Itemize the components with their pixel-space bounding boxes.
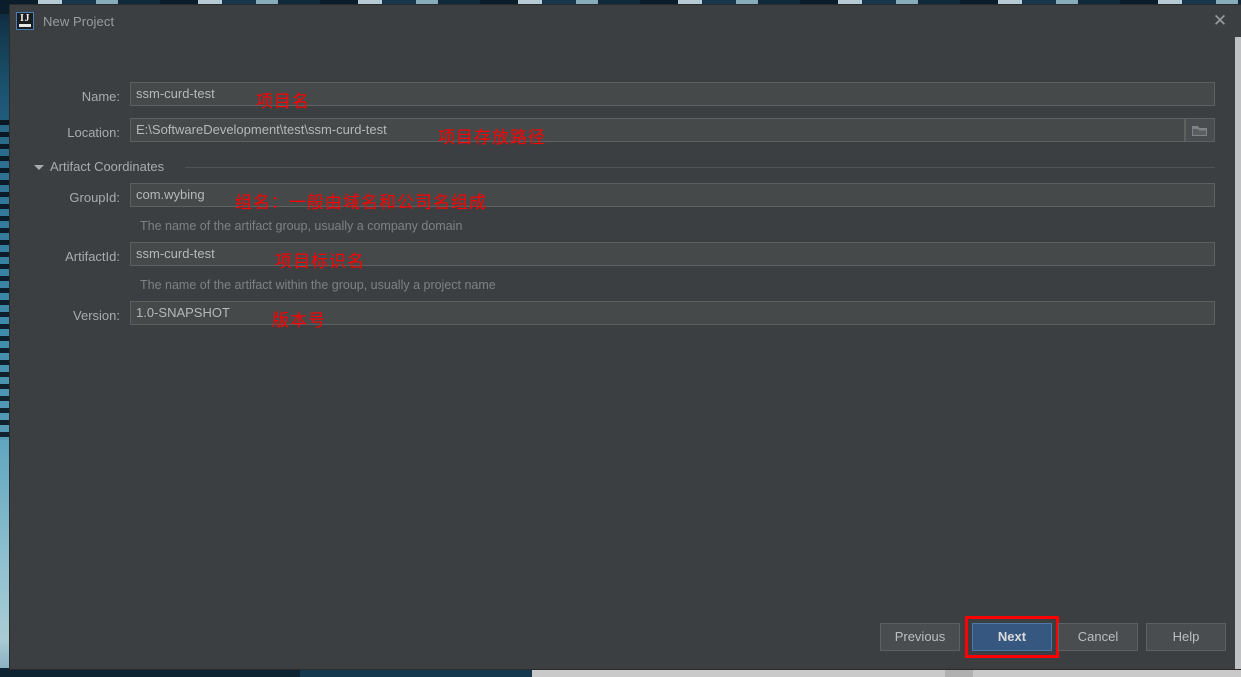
location-input[interactable]: E:\SoftwareDevelopment\test\ssm-curd-tes… [130, 118, 1185, 142]
location-input-value: E:\SoftwareDevelopment\test\ssm-curd-tes… [136, 122, 387, 137]
taskbar-left-segment [0, 668, 300, 677]
artifactid-input-value: ssm-curd-test [136, 246, 215, 261]
folder-icon[interactable] [1185, 118, 1215, 142]
artifactid-label: ArtifactId: [65, 249, 120, 264]
next-button[interactable]: Next [972, 623, 1052, 651]
groupid-helper-text: The name of the artifact group, usually … [140, 219, 463, 233]
dialog-titlebar: IJ New Project ✕ [10, 5, 1241, 37]
section-divider [185, 167, 1215, 168]
groupid-input-value: com.wybing [136, 187, 205, 202]
groupid-label: GroupId: [69, 190, 120, 205]
caret-down-icon [34, 165, 44, 170]
dialog-title: New Project [43, 14, 115, 29]
location-annotation: 项目存放路径 [438, 128, 546, 148]
help-button[interactable]: Help [1146, 623, 1226, 651]
taskbar-second-segment [300, 668, 532, 677]
version-annotation: 版本号 [272, 311, 326, 331]
cancel-button[interactable]: Cancel [1058, 623, 1138, 651]
new-project-dialog: IJ New Project ✕ Name: ssm-curd-test 项目名… [10, 5, 1241, 669]
version-input-value: 1.0-SNAPSHOT [136, 305, 230, 320]
taskbar-tray-tick [945, 668, 973, 677]
artifactid-helper-text: The name of the artifact within the grou… [140, 278, 496, 292]
intellij-idea-logo-icon: IJ [16, 12, 34, 30]
artifact-coordinates-label: Artifact Coordinates [50, 159, 165, 174]
name-input-value: ssm-curd-test [136, 86, 215, 101]
artifactid-annotation: 项目标识名 [275, 252, 365, 272]
close-icon[interactable]: ✕ [1209, 11, 1231, 31]
name-label: Name: [81, 89, 120, 104]
version-label: Version: [73, 308, 120, 323]
name-annotation: 项目名 [256, 92, 310, 112]
dialog-button-bar: Previous Next Cancel Help [10, 609, 1241, 669]
dialog-content: Name: ssm-curd-test 项目名 Location: E:\Sof… [10, 37, 1241, 637]
previous-button[interactable]: Previous [880, 623, 960, 651]
location-label: Location: [67, 125, 120, 140]
groupid-annotation: 组名：一般由域名和公司名组成 [235, 193, 487, 213]
taskbar[interactable] [0, 668, 1241, 677]
